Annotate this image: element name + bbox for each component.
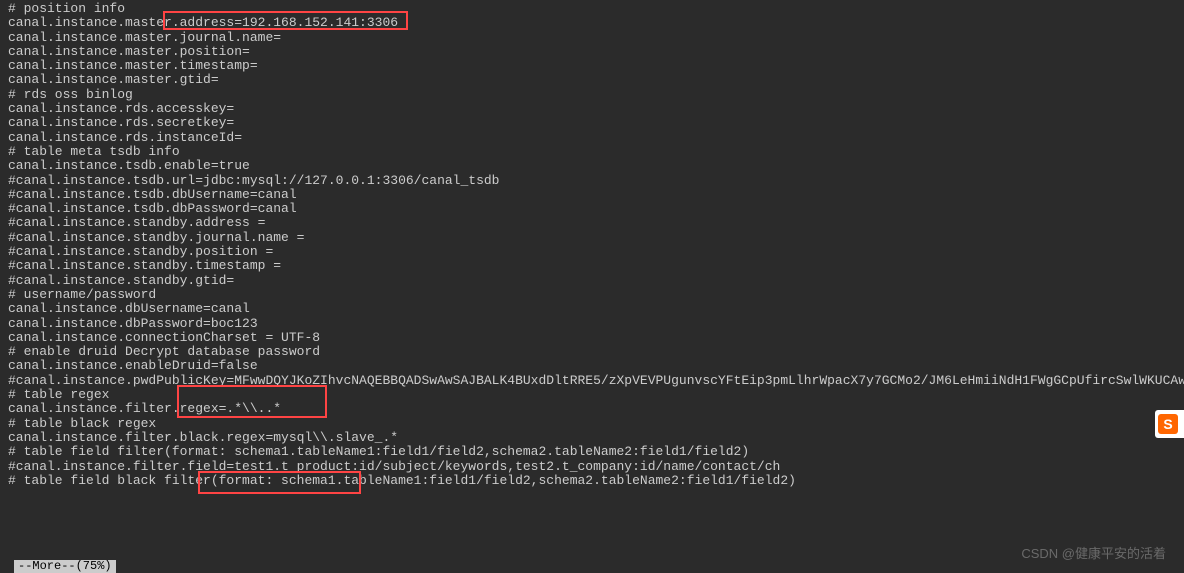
ime-badge-label: S (1158, 414, 1178, 434)
watermark-text: CSDN @健康平安的活着 (1021, 547, 1166, 561)
config-line: canal.instance.rds.instanceId= (8, 131, 1176, 145)
config-line: canal.instance.filter.regex=.*\\..* (8, 402, 1176, 416)
config-line: #canal.instance.tsdb.dbPassword=canal (8, 202, 1176, 216)
config-line: canal.instance.rds.accesskey= (8, 102, 1176, 116)
config-line: #canal.instance.standby.timestamp = (8, 259, 1176, 273)
config-line: #canal.instance.standby.position = (8, 245, 1176, 259)
config-line: canal.instance.enableDruid=false (8, 359, 1176, 373)
config-line: canal.instance.rds.secretkey= (8, 116, 1176, 130)
config-line: #canal.instance.tsdb.url=jdbc:mysql://12… (8, 174, 1176, 188)
config-line: # table field filter(format: schema1.tab… (8, 445, 1176, 459)
config-line: canal.instance.dbUsername=canal (8, 302, 1176, 316)
config-line: canal.instance.dbPassword=boc123 (8, 317, 1176, 331)
config-line: canal.instance.master.gtid= (8, 73, 1176, 87)
config-line: #canal.instance.filter.field=test1.t_pro… (8, 460, 1176, 474)
more-pager[interactable]: --More--(75%) (14, 560, 116, 573)
config-line: #canal.instance.standby.journal.name = (8, 231, 1176, 245)
config-line: canal.instance.master.journal.name= (8, 31, 1176, 45)
config-line: # rds oss binlog (8, 88, 1176, 102)
config-line: canal.instance.tsdb.enable=true (8, 159, 1176, 173)
config-line: # table regex (8, 388, 1176, 402)
config-line: #canal.instance.tsdb.dbUsername=canal (8, 188, 1176, 202)
config-line: canal.instance.master.address=192.168.15… (8, 16, 1176, 30)
config-line: #canal.instance.standby.address = (8, 216, 1176, 230)
config-line: #canal.instance.standby.gtid= (8, 274, 1176, 288)
config-line: canal.instance.master.timestamp= (8, 59, 1176, 73)
config-line: # table black regex (8, 417, 1176, 431)
config-line: canal.instance.filter.black.regex=mysql\… (8, 431, 1176, 445)
config-line: # table meta tsdb info (8, 145, 1176, 159)
config-line: # enable druid Decrypt database password (8, 345, 1176, 359)
terminal-output: # position infocanal.instance.master.add… (0, 0, 1184, 490)
config-line: # position info (8, 2, 1176, 16)
ime-badge[interactable]: S (1155, 410, 1184, 438)
config-line: canal.instance.master.position= (8, 45, 1176, 59)
config-line: # table field black filter(format: schem… (8, 474, 1176, 488)
config-line: canal.instance.connectionCharset = UTF-8 (8, 331, 1176, 345)
config-line: #canal.instance.pwdPublicKey=MFwwDQYJKoZ… (8, 374, 1176, 388)
config-line: # username/password (8, 288, 1176, 302)
